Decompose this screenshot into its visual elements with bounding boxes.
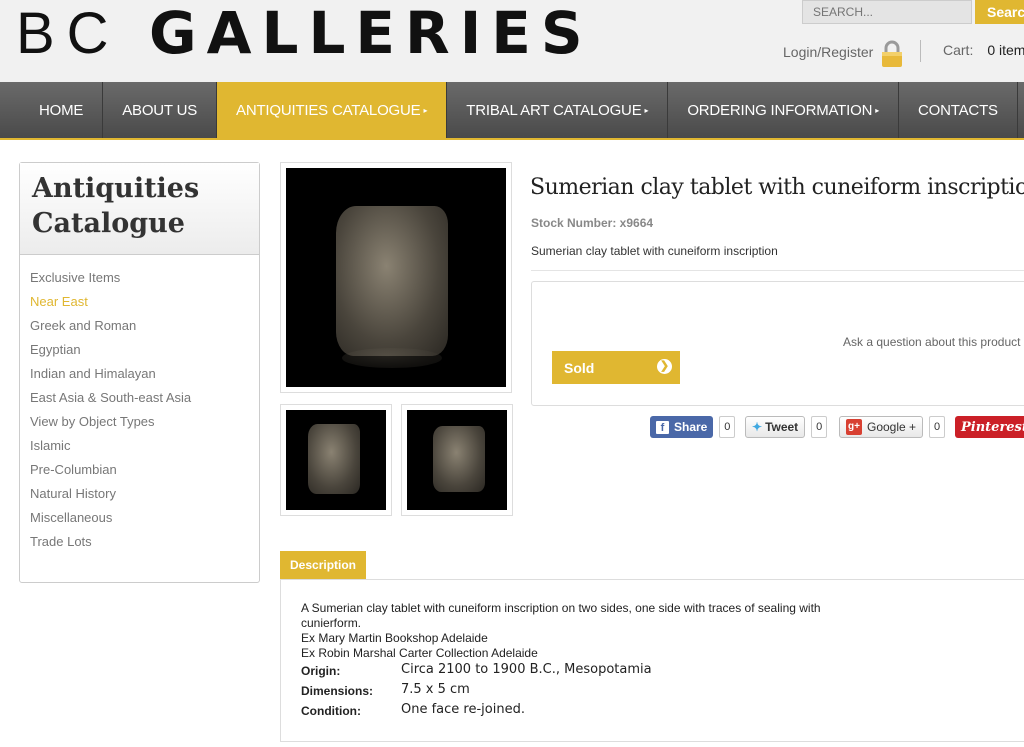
nav-ordering-information[interactable]: ORDERING INFORMATION ▸ (668, 82, 900, 138)
nav-contacts[interactable]: CONTACTS (899, 82, 1018, 138)
category-list: Exclusive Items Near East Greek and Roma… (20, 255, 259, 573)
condition-value: One face re-joined. (401, 702, 525, 717)
description-paragraph: A Sumerian clay tablet with cuneiform in… (301, 601, 821, 630)
description-tab[interactable]: Description (280, 551, 366, 579)
product-thumbnail-2[interactable] (401, 404, 513, 516)
chevron-right-icon: ❯ (657, 359, 672, 374)
submenu-arrow-icon: ▸ (423, 105, 428, 115)
google-plus-button[interactable]: g+ Google + (839, 416, 924, 438)
category-natural-history[interactable]: Natural History (30, 486, 249, 510)
category-near-east[interactable]: Near East (30, 294, 249, 318)
login-register-link[interactable]: Login/Register (783, 44, 873, 60)
product-thumbnail-1[interactable] (280, 404, 392, 516)
twitter-share[interactable]: ✦ Tweet 0 (745, 416, 828, 438)
submenu-arrow-icon: ▸ (875, 105, 880, 115)
nav-home[interactable]: HOME (20, 82, 104, 138)
stock-number: Stock Number: x9664 (531, 216, 654, 230)
provenance-line-2: Ex Robin Marshal Carter Collection Adela… (301, 646, 538, 660)
thumbnail-photo (286, 410, 386, 510)
tweet-label: Tweet (765, 420, 799, 434)
nav-about-label: ABOUT US (122, 101, 198, 119)
facebook-share-label: Share (674, 420, 708, 434)
category-egyptian[interactable]: Egyptian (30, 342, 249, 366)
google-plus-count: 0 (929, 416, 946, 438)
sold-label: Sold (564, 360, 595, 376)
product-photo (286, 168, 506, 387)
facebook-count: 0 (719, 416, 736, 438)
product-short-description: Sumerian clay tablet with cuneiform insc… (531, 244, 778, 258)
category-greek-and-roman[interactable]: Greek and Roman (30, 318, 249, 342)
search-input[interactable] (802, 0, 972, 24)
twitter-count: 0 (811, 416, 828, 438)
category-exclusive-items[interactable]: Exclusive Items (30, 270, 249, 294)
category-pre-columbian[interactable]: Pre-Columbian (30, 462, 249, 486)
category-object-types[interactable]: View by Object Types (30, 414, 249, 438)
origin-value: Circa 2100 to 1900 B.C., Mesopotamia (401, 662, 652, 677)
pinterest-button[interactable]: Pinterest (955, 416, 1024, 438)
dimensions-label: Dimensions: (301, 684, 374, 698)
facebook-share-button[interactable]: f Share (650, 416, 714, 438)
nav-home-label: HOME (39, 101, 84, 119)
site-logo[interactable]: BC GALLERIES (16, 2, 593, 65)
cart-label: Cart: (943, 42, 974, 58)
facebook-share[interactable]: f Share 0 (650, 416, 736, 438)
nav-antiquities-label: ANTIQUITIES CATALOGUE (236, 101, 421, 119)
site-header: BC GALLERIES Search Login/Register Cart:… (0, 0, 1024, 82)
header-divider (920, 40, 921, 62)
nav-tribal-label: TRIBAL ART CATALOGUE (466, 101, 642, 119)
nav-antiquities-catalogue[interactable]: ANTIQUITIES CATALOGUE ▸ (217, 82, 448, 138)
dimensions-value: 7.5 x 5 cm (401, 682, 470, 697)
nav-tribal-art-catalogue[interactable]: TRIBAL ART CATALOGUE ▸ (447, 82, 669, 138)
main-nav: HOME ABOUT US ANTIQUITIES CATALOGUE ▸ TRI… (0, 82, 1024, 140)
category-east-asia[interactable]: East Asia & South-east Asia (30, 390, 249, 414)
search-button[interactable]: Search (975, 0, 1024, 24)
twitter-bird-icon: ✦ (752, 420, 763, 434)
product-title: Sumerian clay tablet with cuneiform insc… (530, 175, 1024, 200)
google-plus-share[interactable]: g+ Google + 0 (839, 416, 946, 438)
origin-label: Origin: (301, 664, 341, 678)
category-sidebar: Antiquities Catalogue Exclusive Items Ne… (19, 162, 260, 583)
sidebar-title-line2: Catalogue (32, 208, 185, 239)
tweet-button[interactable]: ✦ Tweet (745, 416, 806, 438)
thumbnail-photo (407, 410, 507, 510)
facebook-icon: f (656, 420, 669, 434)
condition-label: Condition: (301, 704, 361, 718)
nav-ordering-label: ORDERING INFORMATION (687, 101, 873, 119)
google-plus-icon: g+ (846, 419, 862, 435)
logo-bc: BC (16, 1, 121, 66)
provenance-line-1: Ex Mary Martin Bookshop Adelaide (301, 631, 488, 645)
sold-button[interactable]: Sold ❯ (552, 351, 680, 384)
sidebar-title-line1: Antiquities (32, 173, 200, 204)
category-trade-lots[interactable]: Trade Lots (30, 534, 249, 558)
cart-value: 0 items (987, 42, 1024, 58)
pinterest-share[interactable]: Pinterest (955, 416, 1024, 438)
nav-about-us[interactable]: ABOUT US (103, 82, 218, 138)
nav-contacts-label: CONTACTS (918, 101, 998, 119)
lock-icon (880, 40, 904, 68)
submenu-arrow-icon: ▸ (644, 105, 649, 115)
sidebar-header: Antiquities Catalogue (20, 163, 259, 255)
cart-summary[interactable]: Cart: 0 items (943, 42, 1024, 58)
category-indian-and-himalayan[interactable]: Indian and Himalayan (30, 366, 249, 390)
logo-galleries: GALLERIES (149, 0, 593, 67)
category-miscellaneous[interactable]: Miscellaneous (30, 510, 249, 534)
ask-question-link[interactable]: Ask a question about this product (843, 335, 1020, 349)
google-plus-label: Google + (867, 420, 917, 434)
main-product-image[interactable] (280, 162, 512, 393)
description-text: A Sumerian clay tablet with cuneiform in… (301, 601, 831, 661)
category-islamic[interactable]: Islamic (30, 438, 249, 462)
divider (531, 270, 1024, 271)
